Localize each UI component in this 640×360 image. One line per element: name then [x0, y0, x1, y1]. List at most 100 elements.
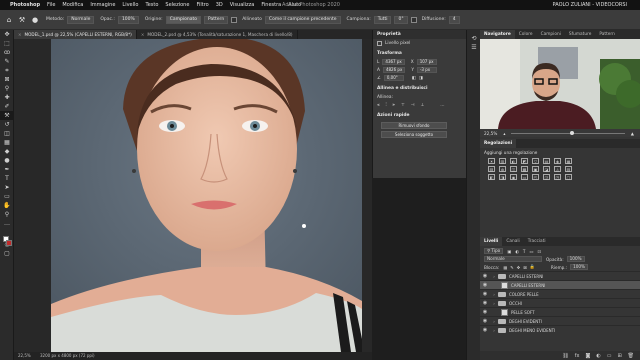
- y-field[interactable]: -3 px: [416, 67, 437, 73]
- menu-window[interactable]: Finestra: [261, 0, 281, 10]
- adjustment-icon[interactable]: ◰: [532, 174, 539, 180]
- adjustment-icon[interactable]: ◐: [510, 158, 517, 164]
- type-tool-icon[interactable]: T: [0, 174, 14, 183]
- new-group-icon[interactable]: ▭: [607, 353, 612, 359]
- adjustment-icon[interactable]: ◳: [554, 174, 561, 180]
- opacity-field[interactable]: 100%: [117, 15, 139, 24]
- menu-image[interactable]: Immagine: [90, 0, 115, 10]
- flip-vertical-icon[interactable]: ◨: [419, 76, 423, 81]
- aligned-checkbox[interactable]: [231, 16, 238, 23]
- origin-sampled-button[interactable]: Campionato: [165, 15, 201, 24]
- more-options-icon[interactable]: …: [440, 103, 444, 108]
- crop-tool-icon[interactable]: ⌗: [0, 66, 14, 75]
- adjustment-icon[interactable]: ◉: [510, 174, 517, 180]
- shape-tool-icon[interactable]: ▭: [0, 192, 14, 201]
- tab-paths[interactable]: Tracciati: [524, 237, 550, 246]
- remove-background-button[interactable]: Rimuovi sfondo: [381, 122, 447, 129]
- gradient-tool-icon[interactable]: ▦: [0, 138, 14, 147]
- pen-tool-icon[interactable]: ✒: [0, 165, 14, 174]
- tab-gradients[interactable]: Sfumature: [565, 30, 596, 39]
- adjustment-icon[interactable]: ◬: [554, 166, 561, 172]
- adjustment-icon[interactable]: ◪: [543, 166, 550, 172]
- adjustment-icon[interactable]: ▩: [521, 166, 528, 172]
- visibility-eye-icon[interactable]: ◉: [480, 300, 490, 306]
- adjustment-icon[interactable]: ☀: [488, 158, 495, 164]
- layer-kind-filter[interactable]: ⚲ Tipo: [484, 248, 504, 254]
- filter-shape-icon[interactable]: ▭: [529, 249, 533, 254]
- adjustment-icon[interactable]: ▤: [543, 158, 550, 164]
- align-bottom-icon[interactable]: ⊥: [420, 103, 424, 108]
- adjustment-icon[interactable]: ◲: [543, 174, 550, 180]
- eraser-tool-icon[interactable]: ◫: [0, 129, 14, 138]
- canvas-area[interactable]: [14, 39, 372, 352]
- blend-mode-select[interactable]: Normale: [484, 256, 542, 262]
- flip-horizontal-icon[interactable]: ◧: [412, 76, 416, 81]
- close-icon[interactable]: ×: [18, 32, 22, 37]
- expand-chevron-icon[interactable]: ›: [490, 292, 498, 297]
- adjustment-icon[interactable]: ▭: [521, 174, 528, 180]
- adjustment-icon[interactable]: ▨: [565, 166, 572, 172]
- adjustment-icon[interactable]: ▥: [499, 158, 506, 164]
- add-mask-icon[interactable]: ◙: [585, 353, 590, 359]
- align-middle-icon[interactable]: ⊣: [411, 103, 415, 108]
- align-right-icon[interactable]: ⫸: [393, 103, 395, 108]
- menu-filter[interactable]: Filtro: [196, 0, 208, 10]
- adjustment-icon[interactable]: ◩: [521, 158, 528, 164]
- origin-pattern-button[interactable]: Pattern: [203, 15, 229, 24]
- adjustment-icon[interactable]: ▽: [532, 158, 539, 164]
- align-top-icon[interactable]: ⊤: [401, 103, 405, 108]
- background-color-swatch[interactable]: [6, 240, 12, 246]
- lock-artboard-icon[interactable]: ⊠: [523, 265, 527, 270]
- more-tools-icon[interactable]: …: [0, 219, 14, 228]
- layer-row[interactable]: ◉ › DEGHI EVIDENTI: [480, 316, 640, 325]
- menu-file[interactable]: File: [47, 0, 55, 10]
- menu-app[interactable]: Photoshop: [10, 0, 40, 10]
- layer-opacity-field[interactable]: 100%: [566, 256, 585, 262]
- portrait-photo[interactable]: [51, 39, 362, 352]
- navigator-zoom-knob[interactable]: [570, 130, 575, 135]
- path-select-tool-icon[interactable]: ➤: [0, 183, 14, 192]
- properties-panel-icon[interactable]: ☰: [467, 43, 481, 52]
- tab-channels[interactable]: Canali: [502, 237, 523, 246]
- diffusion-checkbox[interactable]: [410, 16, 417, 23]
- width-field[interactable]: 4367 px: [382, 59, 405, 65]
- tab-color[interactable]: Colore: [515, 30, 537, 39]
- delete-layer-icon[interactable]: 🗑: [628, 353, 634, 359]
- adjustment-icon[interactable]: ◧: [488, 174, 495, 180]
- angle-field[interactable]: 0°: [394, 15, 408, 24]
- brush-size-icon[interactable]: ●: [30, 15, 40, 25]
- history-panel-icon[interactable]: ⟲: [467, 34, 481, 43]
- visibility-eye-icon[interactable]: ◉: [480, 282, 490, 288]
- lock-pixels-icon[interactable]: ✎: [510, 265, 514, 270]
- expand-chevron-icon[interactable]: ›: [490, 328, 498, 333]
- angle-field[interactable]: 0,00°: [383, 75, 404, 81]
- lock-all-icon[interactable]: 🔒: [530, 264, 535, 270]
- move-tool-icon[interactable]: ✥: [0, 30, 14, 39]
- tab-model-2[interactable]: × MODEL_2.psd @ 4,53% (Tonalità/saturazio…: [137, 30, 298, 39]
- mode-select[interactable]: Normale: [67, 15, 95, 24]
- brush-tool-icon[interactable]: ✐: [0, 102, 14, 111]
- lasso-tool-icon[interactable]: ꝏ: [0, 48, 14, 57]
- adjustment-icon[interactable]: ◍: [499, 166, 506, 172]
- sample-select[interactable]: Come il campione precedente: [264, 15, 341, 24]
- lock-position-icon[interactable]: ✥: [517, 265, 521, 270]
- menu-edit[interactable]: Modifica: [62, 0, 83, 10]
- filter-adjustment-icon[interactable]: ◐: [515, 249, 519, 254]
- layer-row[interactable]: ◉ › COLORE PELLE: [480, 289, 640, 298]
- zoom-in-icon[interactable]: ▲: [631, 131, 634, 136]
- adjustment-icon[interactable]: ▣: [532, 166, 539, 172]
- eyedropper-tool-icon[interactable]: ⚲: [0, 84, 14, 93]
- close-icon[interactable]: ×: [141, 32, 145, 37]
- tab-layers[interactable]: Livelli: [480, 237, 503, 246]
- filter-pixel-icon[interactable]: ▣: [507, 249, 511, 254]
- frame-tool-icon[interactable]: ⊠: [0, 75, 14, 84]
- clone-stamp-icon[interactable]: ⚒: [17, 15, 27, 25]
- layer-row[interactable]: ◉ PELLE SOFT: [480, 307, 640, 316]
- visibility-eye-icon[interactable]: ◉: [480, 273, 490, 279]
- layer-style-icon[interactable]: fx: [575, 353, 580, 359]
- layer-fill-field[interactable]: 100%: [570, 264, 589, 270]
- healing-tool-icon[interactable]: ✚: [0, 93, 14, 102]
- visibility-eye-icon[interactable]: ◉: [480, 309, 490, 315]
- blur-tool-icon[interactable]: ◆: [0, 147, 14, 156]
- diffusion-field[interactable]: 4: [448, 15, 460, 24]
